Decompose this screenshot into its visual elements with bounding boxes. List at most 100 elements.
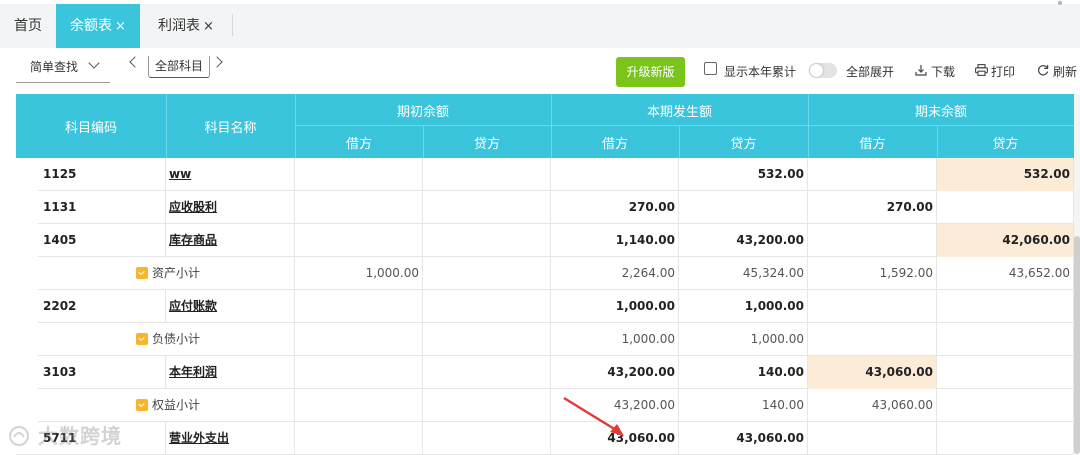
amount-cell-open-cr	[423, 290, 551, 323]
refresh-icon	[1038, 65, 1049, 76]
header-divider	[295, 125, 1074, 126]
toolbar: 简单查找 全部科目 升级新版 显示本年累计 全部展开 下载 打印 刷新	[0, 48, 1080, 94]
subtotal-icon	[136, 333, 148, 345]
header-divider	[166, 94, 167, 158]
subtotal-row: 资产小计 1,000.00 2,264.00 45,324.00 1,592.00 43,…	[16, 257, 1074, 290]
amount-cell-close-dr: 1,592.00	[808, 257, 937, 290]
more-dot	[1058, 1, 1062, 5]
table-left-gutter	[16, 158, 38, 454]
amount-cell-close-cr	[937, 422, 1074, 455]
tab-close-icon[interactable]: ×	[203, 19, 214, 34]
col-header-opening-credit: 贷方	[473, 136, 500, 152]
watermark-text: 大数跨境	[37, 424, 122, 448]
upgrade-button-label: 升级新版	[626, 65, 675, 79]
tab-balance-sheet[interactable]: 余额表 ×	[56, 4, 140, 48]
subject-filter[interactable]: 全部科目	[148, 56, 210, 78]
amount-cell-open-dr	[295, 323, 423, 356]
subtotal-icon	[136, 399, 148, 411]
header-divider	[423, 126, 424, 158]
subtotal-label: 负债小计	[152, 332, 201, 346]
chevron-right-icon[interactable]	[211, 56, 223, 68]
upgrade-button[interactable]: 升级新版	[616, 57, 685, 87]
search-mode-select[interactable]: 简单查找	[16, 55, 110, 83]
printer-icon	[975, 64, 988, 76]
amount-cell-cur-cr: 43,060.00	[679, 422, 808, 455]
amount-cell-close-dr: 270.00	[808, 191, 937, 224]
tab-divider	[232, 14, 233, 36]
account-code-cell: 1125	[16, 158, 166, 191]
account-name-link[interactable]: 应收股利	[166, 191, 295, 224]
tab-profit-statement-label: 利润表	[158, 18, 201, 34]
col-header-closing-debit: 借方	[859, 136, 886, 152]
account-name-link[interactable]: 营业外支出	[166, 422, 295, 455]
amount-cell-close-dr	[808, 158, 937, 191]
header-divider	[808, 94, 809, 158]
col-header-opening-debit: 借方	[345, 136, 372, 152]
col-header-current: 本期发生额	[646, 104, 712, 120]
amount-cell-close-cr	[937, 290, 1074, 323]
refresh-button[interactable]: 刷新	[1037, 63, 1079, 79]
table-header: 科目编码 科目名称 期初余额 本期发生额 期末余额 借方 贷方 借方 贷方 借方…	[16, 94, 1074, 158]
amount-cell-cur-cr: 140.00	[679, 356, 808, 389]
amount-cell-open-dr	[295, 422, 423, 455]
amount-cell-open-cr	[423, 191, 551, 224]
amount-cell-close-dr: 43,060.00	[808, 389, 937, 422]
amount-cell-open-dr: 1,000.00	[295, 257, 423, 290]
col-header-name: 科目名称	[204, 120, 257, 136]
tab-home[interactable]: 首页	[0, 4, 56, 48]
col-header-code: 科目编码	[64, 120, 117, 136]
amount-cell-close-cr	[937, 356, 1074, 389]
show-year-checkbox[interactable]	[704, 62, 717, 75]
table-row: 2202 应付账款 1,000.00 1,000.00	[16, 290, 1074, 323]
expand-all-label: 全部展开	[846, 65, 895, 79]
amount-cell-open-dr	[295, 290, 423, 323]
table-row: 3103 本年利润 43,200.00 140.00 43,060.00	[16, 356, 1074, 389]
account-name-link[interactable]: 本年利润	[166, 356, 295, 389]
chevron-left-icon[interactable]	[129, 56, 141, 68]
expand-all-toggle[interactable]	[809, 63, 837, 78]
amount-cell-cur-cr: 45,324.00	[679, 257, 808, 290]
account-name-link[interactable]: 库存商品	[166, 224, 295, 257]
print-button[interactable]: 打印	[975, 63, 1017, 79]
table-row: 1131 应收股利 270.00 270.00	[16, 191, 1074, 224]
amount-cell-cur-dr: 270.00	[551, 191, 679, 224]
amount-cell-cur-dr: 2,264.00	[551, 257, 679, 290]
amount-cell-open-cr	[423, 356, 551, 389]
account-code-cell: 1405	[16, 224, 166, 257]
subtotal-name-cell: 权益小计	[16, 389, 295, 422]
col-header-opening: 期初余额	[396, 104, 449, 120]
amount-cell-open-dr	[295, 356, 423, 389]
tab-close-icon[interactable]: ×	[115, 19, 126, 34]
red-arrow-icon	[563, 396, 624, 436]
header-divider	[295, 94, 296, 158]
download-label: 下载	[931, 65, 956, 79]
tab-profit-statement[interactable]: 利润表 ×	[140, 4, 232, 48]
subtotal-row: 负债小计 1,000.00 1,000.00	[16, 323, 1074, 356]
amount-cell-close-dr	[808, 224, 937, 257]
subtotal-label: 权益小计	[152, 398, 201, 412]
subject-filter-label: 全部科目	[154, 59, 203, 73]
amount-cell-open-dr	[295, 224, 423, 257]
amount-cell-cur-dr	[551, 158, 679, 191]
amount-cell-close-cr	[937, 191, 1074, 224]
amount-cell-cur-cr: 1,000.00	[679, 290, 808, 323]
header-divider	[679, 126, 680, 158]
subtotal-name-cell: 资产小计	[16, 257, 295, 290]
amount-cell-cur-cr: 140.00	[679, 389, 808, 422]
account-code-cell: 1131	[16, 191, 166, 224]
amount-cell-close-dr	[808, 290, 937, 323]
scrollbar-thumb[interactable]	[1074, 236, 1080, 454]
account-name-link[interactable]: ww	[166, 158, 295, 191]
download-icon	[915, 65, 927, 76]
col-header-closing: 期末余额	[914, 104, 967, 120]
tab-balance-sheet-label: 余额表	[70, 18, 113, 34]
amount-cell-cur-cr: 532.00	[679, 158, 808, 191]
chevron-down-icon	[88, 57, 100, 69]
search-mode-label: 简单查找	[30, 60, 79, 74]
watermark-logo-icon	[9, 426, 29, 446]
download-button[interactable]: 下载	[915, 63, 957, 79]
amount-cell-open-cr	[423, 323, 551, 356]
account-name-link[interactable]: 应付账款	[166, 290, 295, 323]
amount-cell-open-dr	[295, 389, 423, 422]
amount-cell-close-dr	[808, 422, 937, 455]
